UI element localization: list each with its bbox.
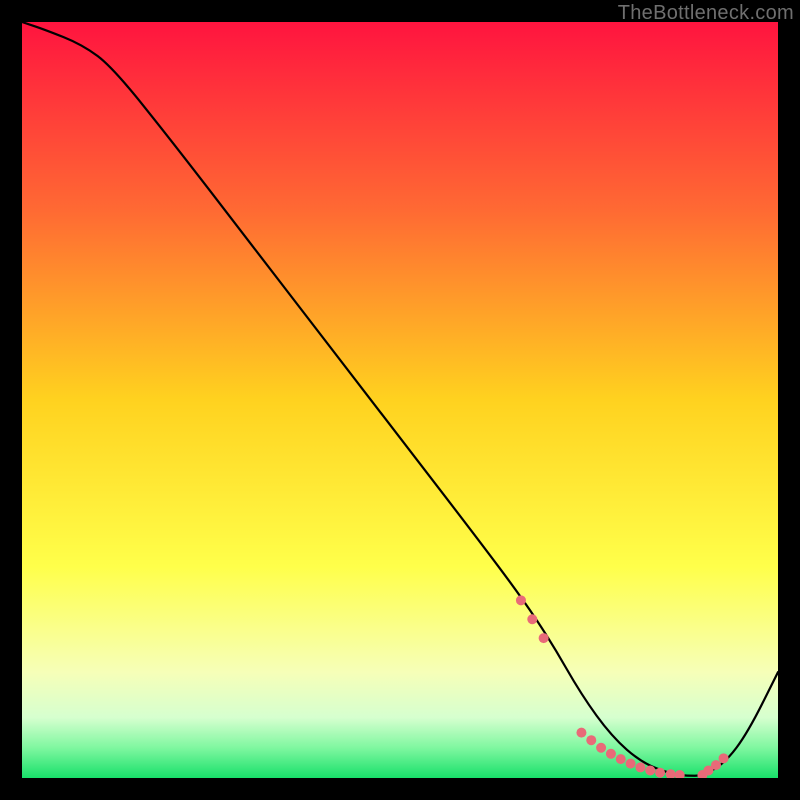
watermark-text: TheBottleneck.com <box>618 2 794 25</box>
marker-dot <box>635 762 645 772</box>
marker-dot <box>719 753 729 763</box>
marker-dot <box>645 765 655 775</box>
marker-dot <box>626 759 636 769</box>
chart-stage: TheBottleneck.com <box>0 0 800 800</box>
marker-dot <box>576 728 586 738</box>
chart-svg <box>22 22 778 778</box>
marker-dot <box>655 768 665 778</box>
plot-area <box>22 22 778 778</box>
marker-dot <box>516 595 526 605</box>
gradient-background <box>22 22 778 778</box>
marker-dot <box>616 754 626 764</box>
marker-dot <box>586 735 596 745</box>
marker-dot <box>596 743 606 753</box>
marker-dot <box>606 749 616 759</box>
marker-dot <box>711 760 721 770</box>
marker-dot <box>539 633 549 643</box>
marker-dot <box>527 614 537 624</box>
